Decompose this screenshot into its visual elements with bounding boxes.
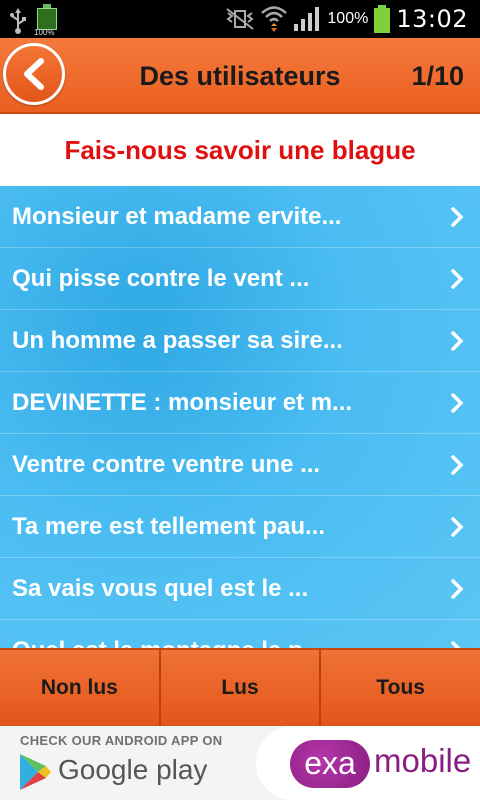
ad-store-text: Google play — [58, 754, 208, 785]
list-item[interactable]: Un homme a passer sa sire... — [0, 310, 480, 372]
chevron-right-icon — [451, 579, 464, 599]
status-right: 100% 13:02 — [225, 0, 468, 38]
list-item[interactable]: Quel est la montagne la p... — [0, 620, 480, 648]
chevron-right-icon — [451, 641, 461, 648]
list-item-label: Ventre contre ventre une ... — [12, 451, 321, 478]
chevron-right-icon — [451, 207, 464, 227]
chevron-right-icon — [451, 331, 464, 351]
tab-non-lus[interactable]: Non lus — [0, 650, 159, 726]
header-bar: Des utilisateurs 1/10 — [0, 38, 480, 114]
battery-small-label: 100% — [34, 28, 55, 37]
ad-check-text: CHECK OUR ANDROID APP ON — [20, 733, 223, 748]
section-heading: Fais-nous savoir une blague — [0, 114, 480, 186]
brand-suffix: mobile — [374, 742, 472, 779]
list-item[interactable]: Ta mere est tellement pau... — [0, 496, 480, 558]
chevron-right-icon — [451, 269, 464, 289]
battery-full-icon: 100% — [34, 4, 58, 37]
list-item[interactable]: Monsieur et madame ervite... — [0, 186, 480, 248]
play-store-icon — [20, 754, 51, 790]
chevron-right-icon — [451, 393, 464, 413]
list-item[interactable]: DEVINETTE : monsieur et m... — [0, 372, 480, 434]
tab-lus[interactable]: Lus — [158, 650, 320, 726]
list-item[interactable]: Ventre contre ventre une ... — [0, 434, 480, 496]
list-item-label: Qui pisse contre le vent ... — [12, 265, 310, 292]
mute-vibrate-icon — [226, 8, 255, 30]
list-item-label: Quel est la montagne la p... — [12, 620, 323, 648]
back-button[interactable] — [3, 43, 65, 105]
clock: 13:02 — [396, 5, 468, 33]
chevron-right-icon — [451, 517, 464, 537]
chevron-right-icon — [451, 455, 464, 475]
jokes-list[interactable]: Monsieur et madame ervite... Qui pisse c… — [0, 186, 480, 648]
ad-banner[interactable]: CHECK OUR ANDROID APP ON Google play exa… — [0, 726, 480, 800]
list-item-label: Sa vais vous quel est le ... — [12, 575, 309, 602]
chevron-left-icon — [24, 58, 44, 90]
status-bar: 100% 100% 13:02 — [0, 0, 480, 38]
list-item[interactable]: Qui pisse contre le vent ... — [0, 248, 480, 310]
list-item[interactable]: Sa vais vous quel est le ... — [0, 558, 480, 620]
list-item-label: Un homme a passer sa sire... — [12, 327, 343, 354]
signal-icon — [294, 7, 320, 31]
page-title: Des utilisateurs — [139, 61, 341, 91]
battery-percent: 100% — [327, 10, 369, 27]
filter-tabs: Non lus Lus Tous — [0, 648, 480, 726]
list-item-label: Ta mere est tellement pau... — [12, 513, 325, 540]
list-item-label: Monsieur et madame ervite... — [12, 203, 342, 230]
brand-prefix: exa — [290, 740, 370, 788]
tab-tous[interactable]: Tous — [319, 650, 480, 726]
status-left: 100% — [10, 4, 58, 37]
usb-icon — [10, 8, 26, 34]
list-item-label: DEVINETTE : monsieur et m... — [12, 389, 353, 416]
wifi-icon — [261, 6, 288, 32]
page-counter: 1/10 — [411, 61, 464, 91]
google-play-badge[interactable]: CHECK OUR ANDROID APP ON Google play — [0, 726, 256, 800]
battery-icon — [374, 5, 391, 33]
